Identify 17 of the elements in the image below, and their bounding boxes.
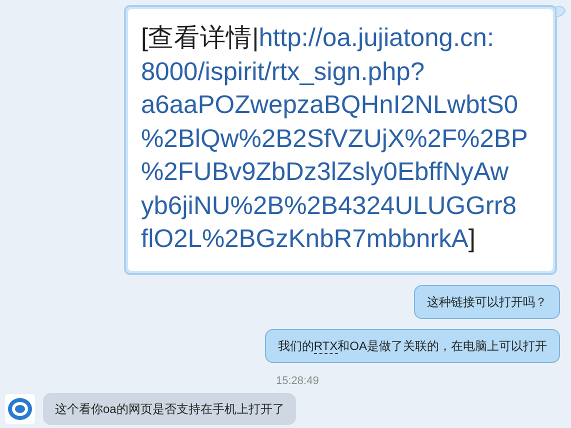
timestamp: 15:28:49 <box>276 375 319 387</box>
bubble-tail-icon <box>556 5 566 19</box>
url-link[interactable]: yb6jiNU%2B%2B4324ULUGGrr8 <box>141 192 517 220</box>
closing-bracket: ] <box>468 225 476 253</box>
bracket-label: [查看详情| <box>141 24 259 52</box>
url-link[interactable]: 8000/ispirit/rtx_sign.php? <box>141 58 425 86</box>
url-link[interactable]: http://oa.jujiatong.cn: <box>258 24 494 52</box>
url-link[interactable]: %2FUBv9ZbDz3lZsly0EbffNyAw <box>141 158 509 186</box>
url-link[interactable]: flO2L%2BGzKnbR7mbbnrkA <box>141 225 468 253</box>
image-message[interactable]: [查看详情|http://oa.jujiatong.cn: 8000/ispirit/rtx_sign.php? a6aaPOZwepzaBQHnI2NLwbtS0 %2BlQw%2B2SfVZUjX%2F%2BP %2FUBv9ZbDz3lZsly0EbffNyAw yb6jiNU%2B%2B4324ULUGGrr8 flO2L%2BGzKnbR7mbbnrkA] <box>124 5 557 275</box>
rtx-link[interactable]: RTX <box>314 339 338 354</box>
url-link[interactable]: %2BlQw%2B2SfVZUjX%2F%2BP <box>141 124 528 152</box>
avatar-icon[interactable] <box>5 394 35 424</box>
message-bubble: 这个看你oa的网页是否支持在手机上打开了 <box>43 393 296 425</box>
url-link[interactable]: a6aaPOZwepzaBQHnI2NLwbtS0 <box>141 91 518 119</box>
message-bubble: 我们的RTX和OA是做了关联的，在电脑上可以打开 <box>264 329 560 363</box>
message-bubble: 这种链接可以打开吗？ <box>414 285 560 319</box>
